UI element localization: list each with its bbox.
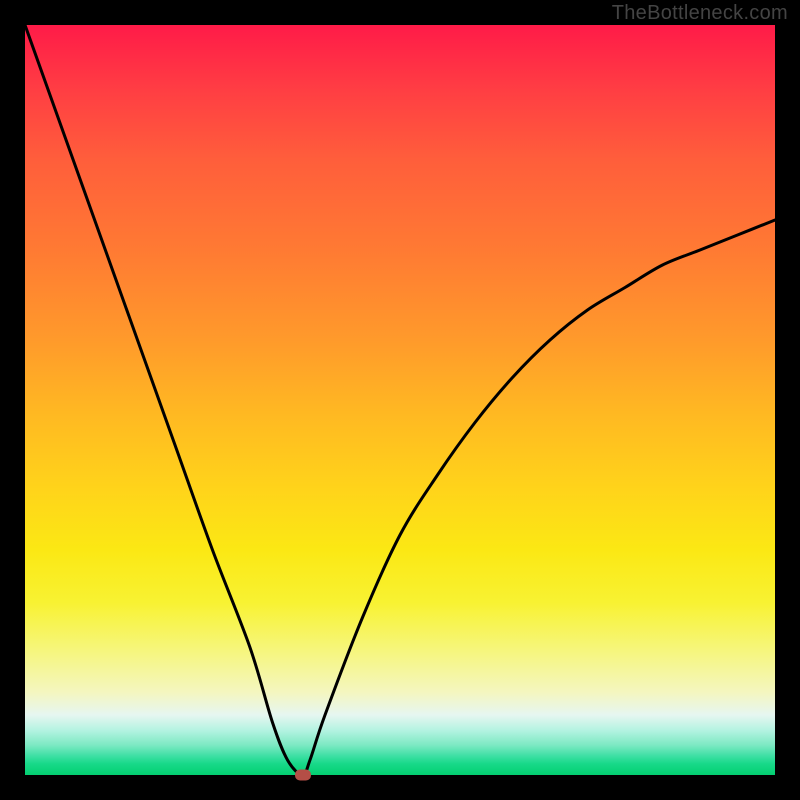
curve-svg bbox=[25, 25, 775, 775]
plot-area bbox=[25, 25, 775, 775]
bottleneck-curve-path bbox=[25, 25, 775, 775]
watermark-text: TheBottleneck.com bbox=[612, 2, 788, 25]
optimum-marker bbox=[295, 770, 311, 781]
chart-stage: TheBottleneck.com bbox=[0, 0, 800, 800]
